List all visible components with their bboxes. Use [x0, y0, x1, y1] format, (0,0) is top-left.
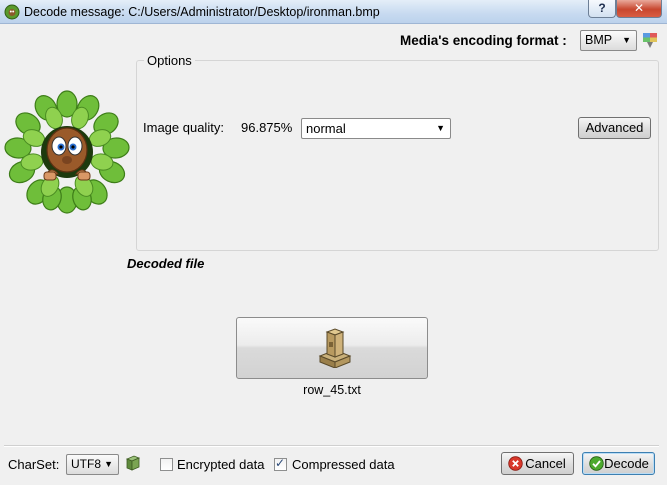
chevron-down-icon: ▼: [104, 459, 113, 469]
options-group-title: Options: [144, 53, 195, 68]
decode-button[interactable]: Decode: [582, 452, 655, 475]
encoding-format-select[interactable]: BMP ▼: [580, 30, 637, 51]
advanced-button[interactable]: Advanced: [578, 117, 651, 139]
image-quality-value: 96.875%: [241, 120, 293, 135]
book-icon[interactable]: [125, 455, 141, 471]
image-quality-label: Image quality:: [143, 120, 224, 135]
decoded-file-name: row_45.txt: [303, 383, 361, 397]
checkmark-icon: ✓: [275, 456, 286, 470]
decode-label: Decode: [604, 456, 649, 471]
help-button[interactable]: ?: [588, 0, 616, 18]
app-icon: [4, 4, 20, 20]
image-quality-selected: normal: [306, 121, 346, 136]
title-bar: Decode message: C:/Users/Administrator/D…: [0, 0, 667, 24]
cancel-label: Cancel: [525, 456, 566, 471]
cancel-icon: [508, 456, 523, 471]
chevron-down-icon: ▼: [436, 123, 445, 133]
mascot-logo: [4, 90, 130, 214]
charset-select[interactable]: UTF8 ▼: [66, 454, 119, 475]
close-button[interactable]: ✕: [616, 0, 662, 18]
dialog-body: Media's encoding format : BMP ▼ Options …: [0, 24, 667, 485]
encoding-format-value: BMP: [585, 33, 613, 47]
footer-separator: [4, 445, 659, 447]
encoding-format-label: Media's encoding format :: [400, 33, 567, 48]
encrypted-data-checkbox[interactable]: [160, 458, 173, 471]
package-icon: [318, 328, 352, 368]
encrypted-data-label: Encrypted data: [177, 457, 265, 472]
options-group: [136, 60, 659, 251]
compressed-data-checkbox[interactable]: ✓: [274, 456, 287, 471]
palette-icon[interactable]: [642, 32, 658, 50]
charset-label: CharSet:: [8, 457, 60, 472]
cancel-button[interactable]: Cancel: [501, 452, 574, 475]
ok-icon: [589, 456, 604, 471]
chevron-down-icon: ▼: [622, 35, 631, 45]
window-title: Decode message: C:/Users/Administrator/D…: [24, 5, 380, 19]
decoded-file-heading: Decoded file: [127, 256, 205, 271]
charset-selected: UTF8: [71, 457, 101, 471]
image-quality-select[interactable]: normal ▼: [301, 118, 451, 139]
compressed-data-label: Compressed data: [292, 457, 395, 472]
